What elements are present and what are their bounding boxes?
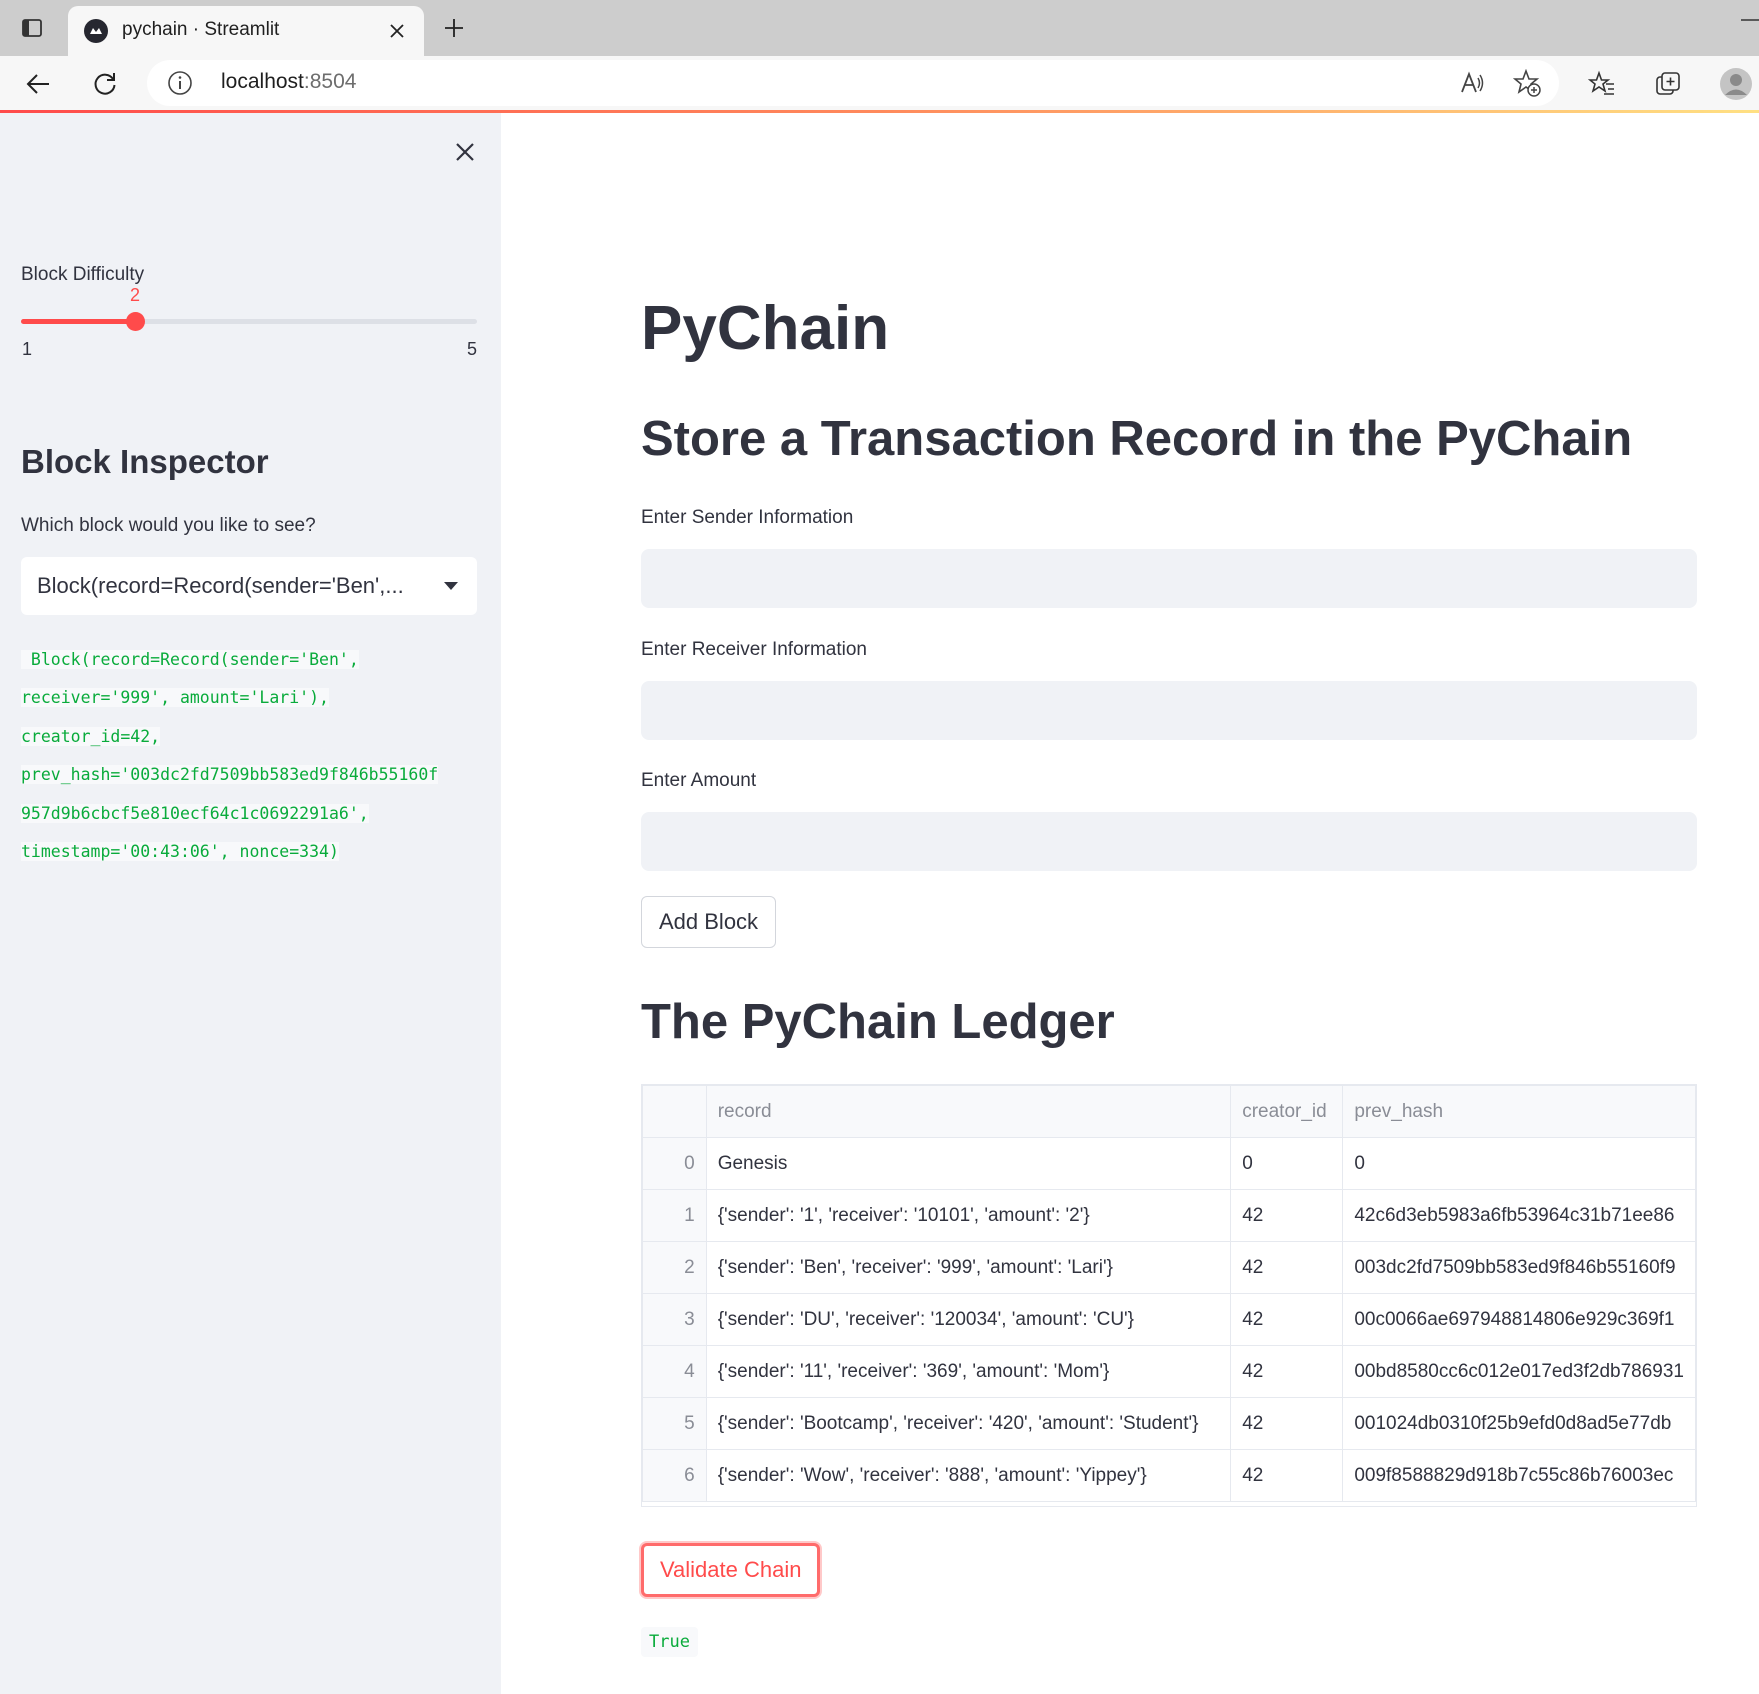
creator-id-cell[interactable]: 42: [1230, 1345, 1344, 1398]
profile-avatar-icon[interactable]: [1716, 64, 1756, 104]
creator-id-cell[interactable]: 42: [1230, 1293, 1344, 1346]
table-row: 3 {'sender': 'DU', 'receiver': '120034',…: [642, 1293, 1696, 1346]
code-line: Block(record=Record(sender='Ben',: [21, 650, 359, 669]
slider-value: 2: [129, 285, 141, 305]
table-row: 2 {'sender': 'Ben', 'receiver': '999', '…: [642, 1241, 1696, 1294]
row-index: 1: [642, 1189, 707, 1242]
block-selectbox[interactable]: Block(record=Record(sender='Ben',...: [21, 557, 477, 615]
receiver-input[interactable]: [641, 681, 1697, 740]
collections-icon[interactable]: [1648, 64, 1688, 104]
block-details-code: Block(record=Record(sender='Ben', receiv…: [21, 641, 481, 871]
slider-max-label: 5: [466, 339, 477, 359]
record-cell[interactable]: {'sender': 'Ben', 'receiver': '999', 'am…: [705, 1241, 1232, 1294]
code-line: receiver='999', amount='Lari'),: [21, 688, 329, 708]
streamlit-favicon-icon: [84, 19, 108, 43]
prev-hash-cell[interactable]: 00bd8580cc6c012e017ed3f2db786931: [1342, 1345, 1696, 1398]
table-row: 4 {'sender': '11', 'receiver': '369', 'a…: [642, 1345, 1696, 1398]
table-header-row: record creator_id prev_hash: [642, 1085, 1696, 1138]
store-transaction-heading: Store a Transaction Record in the PyChai…: [641, 412, 1633, 466]
address-bar[interactable]: localhost:8504: [147, 60, 1559, 106]
creator-id-column-header[interactable]: creator_id: [1230, 1085, 1344, 1138]
code-line: creator_id=42,: [21, 726, 161, 746]
code-line: 957d9b6cbcf5e810ecf64c1c0692291a6',: [21, 803, 369, 823]
row-index: 2: [642, 1241, 707, 1294]
creator-id-cell[interactable]: 42: [1230, 1449, 1344, 1502]
table-row: 1 {'sender': '1', 'receiver': '10101', '…: [642, 1189, 1696, 1242]
main-content: PyChain Store a Transaction Record in th…: [501, 113, 1759, 1694]
prev-hash-column-header[interactable]: prev_hash: [1342, 1085, 1696, 1138]
site-info-icon[interactable]: [167, 70, 193, 96]
prev-hash-cell[interactable]: 001024db0310f25b9efd0d8ad5e77db: [1342, 1397, 1696, 1450]
row-index: 4: [642, 1345, 707, 1398]
code-line: prev_hash='003dc2fd7509bb583ed9f846b5516…: [21, 765, 439, 785]
record-cell[interactable]: {'sender': '11', 'receiver': '369', 'amo…: [705, 1345, 1232, 1398]
favorites-icon[interactable]: [1582, 64, 1622, 104]
sender-input[interactable]: [641, 549, 1697, 608]
row-index: 0: [642, 1137, 707, 1190]
row-index: 3: [642, 1293, 707, 1346]
back-icon[interactable]: [18, 64, 58, 104]
difficulty-label: Block Difficulty: [21, 264, 145, 285]
code-line: timestamp='00:43:06', nonce=334): [21, 842, 339, 862]
validate-chain-button[interactable]: Validate Chain: [641, 1543, 821, 1597]
slider-thumb[interactable]: [126, 312, 145, 331]
record-cell[interactable]: {'sender': '1', 'receiver': '10101', 'am…: [705, 1189, 1232, 1242]
validation-result: True: [641, 1627, 698, 1657]
creator-id-cell[interactable]: 42: [1230, 1397, 1344, 1450]
browser-tabstrip: pychain · Streamlit: [0, 0, 1759, 56]
difficulty-slider[interactable]: 2 1 5: [21, 285, 477, 359]
block-inspector-heading: Block Inspector: [21, 443, 269, 480]
index-header: [642, 1085, 707, 1138]
block-select-value: Block(record=Record(sender='Ben',...: [37, 573, 404, 598]
slider-fill: [21, 319, 135, 324]
prev-hash-cell[interactable]: 00c0066ae697948814806e929c369f1: [1342, 1293, 1696, 1346]
add-favorite-icon[interactable]: [1512, 68, 1542, 98]
ledger-heading: The PyChain Ledger: [641, 995, 1115, 1049]
table-row: 6 {'sender': 'Wow', 'receiver': '888', '…: [642, 1449, 1696, 1502]
creator-id-cell[interactable]: 42: [1230, 1241, 1344, 1294]
close-tab-icon[interactable]: [382, 16, 412, 46]
sidebar: Block Difficulty 2 1 5 Block Inspector W…: [0, 113, 501, 1694]
page-title: PyChain: [641, 294, 890, 363]
browser-tab[interactable]: pychain · Streamlit: [68, 6, 424, 56]
record-cell[interactable]: {'sender': 'Wow', 'receiver': '888', 'am…: [705, 1449, 1232, 1502]
read-aloud-icon[interactable]: [1457, 68, 1487, 98]
amount-label: Enter Amount: [641, 770, 757, 791]
chevron-down-icon[interactable]: [443, 579, 459, 593]
amount-input[interactable]: [641, 812, 1697, 871]
creator-id-cell[interactable]: 42: [1230, 1189, 1344, 1242]
creator-id-cell[interactable]: 0: [1230, 1137, 1344, 1190]
close-sidebar-icon[interactable]: [448, 135, 482, 169]
prev-hash-cell[interactable]: 003dc2fd7509bb583ed9f846b55160f9: [1342, 1241, 1696, 1294]
prev-hash-cell[interactable]: 009f8588829d918b7c55c86b76003ec: [1342, 1449, 1696, 1502]
new-tab-icon[interactable]: [436, 10, 472, 46]
reload-icon[interactable]: [85, 64, 125, 104]
prev-hash-cell[interactable]: 42c6d3eb5983a6fb53964c31b71ee86: [1342, 1189, 1696, 1242]
slider-min-label: 1: [22, 339, 33, 359]
ledger-table[interactable]: record creator_id prev_hash 0 Genesis 0 …: [641, 1084, 1697, 1507]
minimize-icon[interactable]: [1733, 12, 1759, 32]
table-row: 5 {'sender': 'Bootcamp', 'receiver': '42…: [642, 1397, 1696, 1450]
row-index: 6: [642, 1449, 707, 1502]
table-row: 0 Genesis 0 0: [642, 1137, 1696, 1190]
add-block-button[interactable]: Add Block: [641, 896, 777, 948]
tab-title: pychain · Streamlit: [122, 19, 280, 40]
block-select-label: Which block would you like to see?: [21, 515, 316, 536]
record-cell[interactable]: {'sender': 'Bootcamp', 'receiver': '420'…: [705, 1397, 1232, 1450]
sender-label: Enter Sender Information: [641, 507, 854, 528]
url-text[interactable]: localhost:8504: [221, 70, 356, 94]
record-cell[interactable]: {'sender': 'DU', 'receiver': '120034', '…: [705, 1293, 1232, 1346]
browser-toolbar: localhost:8504: [0, 56, 1759, 110]
record-column-header[interactable]: record: [705, 1085, 1232, 1138]
prev-hash-cell[interactable]: 0: [1342, 1137, 1696, 1190]
row-index: 5: [642, 1397, 707, 1450]
record-cell[interactable]: Genesis: [705, 1137, 1232, 1190]
tab-actions-icon[interactable]: [14, 12, 50, 44]
receiver-label: Enter Receiver Information: [641, 639, 867, 660]
